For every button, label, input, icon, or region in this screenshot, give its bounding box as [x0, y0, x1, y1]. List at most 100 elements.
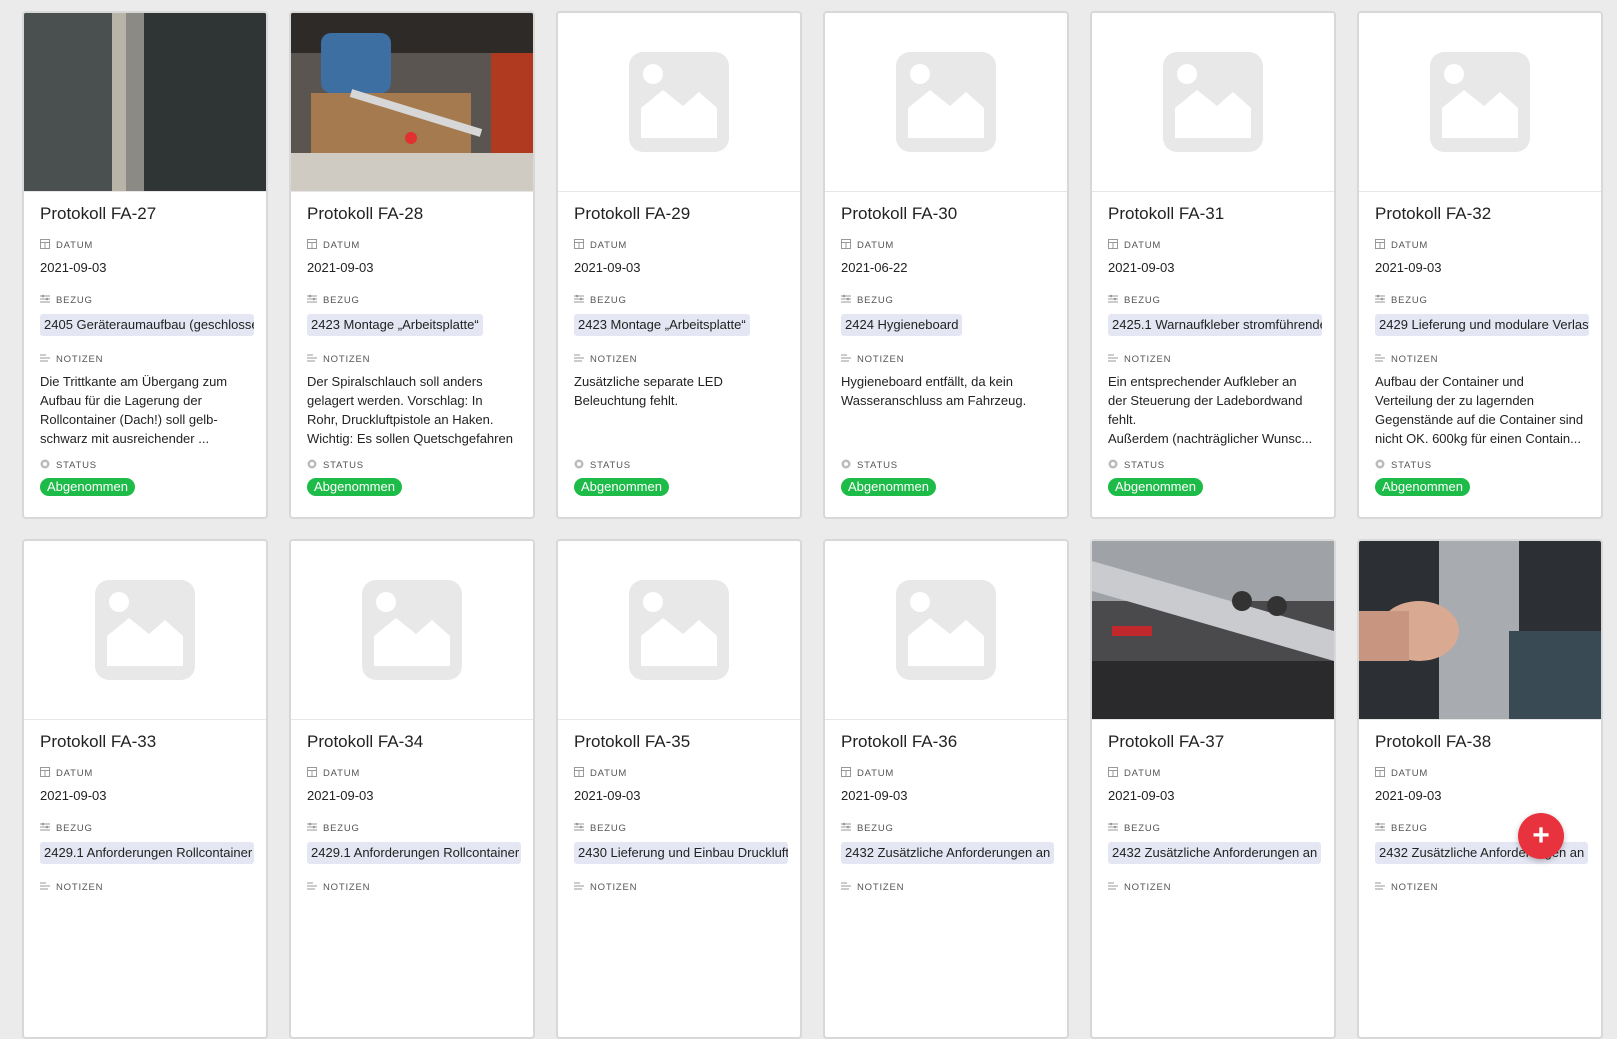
calendar-icon — [1375, 766, 1385, 780]
calendar-icon — [841, 238, 851, 252]
status-label: STATUS — [590, 459, 631, 471]
gallery-grid: Protokoll FA-27 DATUM 2021-09-03 BEZUG 2405 … — [22, 11, 1603, 1039]
card-title: Protokoll FA-28 — [307, 204, 424, 223]
notizen-label: NOTIZEN — [56, 881, 104, 893]
notizen-label: NOTIZEN — [590, 881, 638, 893]
datum-label: DATUM — [857, 767, 895, 779]
relation-icon — [1375, 822, 1385, 835]
gallery-card[interactable]: Protokoll FA-37 DATUM 2021-09-03 BEZUG 2432 … — [1090, 539, 1336, 1039]
notizen-label: NOTIZEN — [56, 353, 104, 365]
bezug-tag[interactable]: 2429 Lieferung und modulare Verlastung — [1375, 314, 1589, 336]
calendar-icon — [40, 238, 50, 252]
gallery-card[interactable]: Protokoll FA-38 DATUM 2021-09-03 BEZUG 2432 … — [1357, 539, 1603, 1039]
notizen-value: Hygieneboard entfällt, da kein Wasserans… — [841, 374, 1027, 408]
calendar-icon — [1108, 766, 1118, 780]
bezug-label: BEZUG — [1124, 294, 1161, 306]
plus-icon: + — [1532, 819, 1550, 852]
datum-value: 2021-09-03 — [841, 788, 908, 803]
notizen-value: Aufbau der Container und Verteilung der … — [1375, 374, 1584, 446]
image-placeholder-icon — [95, 580, 195, 680]
bezug-label: BEZUG — [56, 294, 93, 306]
add-button[interactable]: + — [1518, 813, 1564, 859]
card-title: Protokoll FA-36 — [841, 732, 958, 751]
notizen-label: NOTIZEN — [323, 353, 371, 365]
datum-label: DATUM — [323, 239, 361, 251]
text-icon — [307, 353, 317, 366]
calendar-icon — [574, 766, 584, 780]
image-placeholder-icon — [629, 52, 729, 152]
gallery-card[interactable]: Protokoll FA-36 DATUM 2021-09-03 BEZUG 2432 … — [823, 539, 1069, 1039]
notizen-value: Die Trittkante am Übergang zum Aufbau fü… — [40, 374, 228, 446]
card-cover-image — [1092, 13, 1334, 192]
text-icon — [841, 881, 851, 894]
gallery-card[interactable]: Protokoll FA-28 DATUM 2021-09-03 BEZUG 2423 … — [289, 11, 535, 519]
card-title: Protokoll FA-32 — [1375, 204, 1492, 223]
datum-value: 2021-09-03 — [40, 260, 107, 275]
datum-value: 2021-09-03 — [307, 260, 374, 275]
datum-label: DATUM — [56, 767, 94, 779]
gallery-card[interactable]: Protokoll FA-30 DATUM 2021-06-22 BEZUG 2424 … — [823, 11, 1069, 519]
status-badge: Abgenommen — [574, 478, 669, 496]
gallery-card[interactable]: Protokoll FA-34 DATUM 2021-09-03 BEZUG 2429.… — [289, 539, 535, 1039]
text-icon — [40, 353, 50, 366]
calendar-icon — [574, 238, 584, 252]
text-icon — [40, 881, 50, 894]
card-title: Protokoll FA-38 — [1375, 732, 1492, 751]
image-placeholder-icon — [1430, 52, 1530, 152]
notizen-label: NOTIZEN — [1124, 353, 1172, 365]
card-title: Protokoll FA-27 — [40, 204, 157, 223]
notizen-label: NOTIZEN — [1124, 881, 1172, 893]
card-cover-image — [558, 13, 800, 192]
gallery-card[interactable]: Protokoll FA-31 DATUM 2021-09-03 BEZUG 2425.… — [1090, 11, 1336, 519]
bezug-label: BEZUG — [56, 822, 93, 834]
bezug-tag[interactable]: 2423 Montage „Arbeitsplatte“ — [307, 314, 483, 336]
bezug-tag[interactable]: 2432 Zusätzliche Anforderungen an — [841, 842, 1055, 864]
bezug-label: BEZUG — [857, 294, 894, 306]
bezug-tag[interactable]: 2429.1 Anforderungen Rollcontainer — [307, 842, 521, 864]
card-cover-image — [1359, 541, 1601, 720]
notizen-value: Zusätzliche separate LED Beleuchtung feh… — [574, 374, 723, 408]
text-icon — [841, 353, 851, 366]
status-icon — [40, 459, 50, 472]
bezug-label: BEZUG — [590, 294, 627, 306]
bezug-tag[interactable]: 2429.1 Anforderungen Rollcontainer — [40, 842, 254, 864]
status-icon — [841, 459, 851, 472]
datum-value: 2021-09-03 — [307, 788, 374, 803]
bezug-tag[interactable]: 2425.1 Warnaufkleber stromführende — [1108, 314, 1322, 336]
bezug-tag[interactable]: 2424 Hygieneboard — [841, 314, 963, 336]
datum-value: 2021-09-03 — [1108, 788, 1175, 803]
calendar-icon — [1375, 238, 1385, 252]
image-placeholder-icon — [896, 52, 996, 152]
gallery-card[interactable]: Protokoll FA-27 DATUM 2021-09-03 BEZUG 2405 … — [22, 11, 268, 519]
bezug-label: BEZUG — [323, 822, 360, 834]
calendar-icon — [40, 766, 50, 780]
card-cover-image — [558, 541, 800, 720]
bezug-label: BEZUG — [857, 822, 894, 834]
gallery-card[interactable]: Protokoll FA-29 DATUM 2021-09-03 BEZUG 2423 … — [556, 11, 802, 519]
bezug-tag[interactable]: 2423 Montage „Arbeitsplatte“ — [574, 314, 750, 336]
gallery-card[interactable]: Protokoll FA-35 DATUM 2021-09-03 BEZUG 2430 … — [556, 539, 802, 1039]
card-title: Protokoll FA-30 — [841, 204, 958, 223]
relation-icon — [574, 294, 584, 307]
image-placeholder-icon — [629, 580, 729, 680]
bezug-tag[interactable]: 2430 Lieferung und Einbau Druckluft — [574, 842, 788, 864]
datum-label: DATUM — [1124, 239, 1162, 251]
gallery-card[interactable]: Protokoll FA-32 DATUM 2021-09-03 BEZUG 2429 … — [1357, 11, 1603, 519]
relation-icon — [40, 822, 50, 835]
bezug-tag[interactable]: 2405 Geräteraumaufbau (geschlossen) — [40, 314, 254, 336]
gallery-card[interactable]: Protokoll FA-33 DATUM 2021-09-03 BEZUG 2429.… — [22, 539, 268, 1039]
bezug-tag[interactable]: 2432 Zusätzliche Anforderungen an — [1108, 842, 1322, 864]
card-title: Protokoll FA-35 — [574, 732, 691, 751]
status-icon — [574, 459, 584, 472]
datum-value: 2021-09-03 — [1108, 260, 1175, 275]
text-icon — [574, 353, 584, 366]
notizen-value: Ein entsprechender Aufkleber an der Steu… — [1108, 374, 1313, 446]
text-icon — [574, 881, 584, 894]
datum-value: 2021-09-03 — [574, 788, 641, 803]
card-cover-image — [24, 13, 266, 192]
calendar-icon — [1108, 238, 1118, 252]
relation-icon — [307, 294, 317, 307]
status-badge: Abgenommen — [1375, 478, 1470, 496]
card-cover-image — [24, 541, 266, 720]
status-badge: Abgenommen — [40, 478, 135, 496]
